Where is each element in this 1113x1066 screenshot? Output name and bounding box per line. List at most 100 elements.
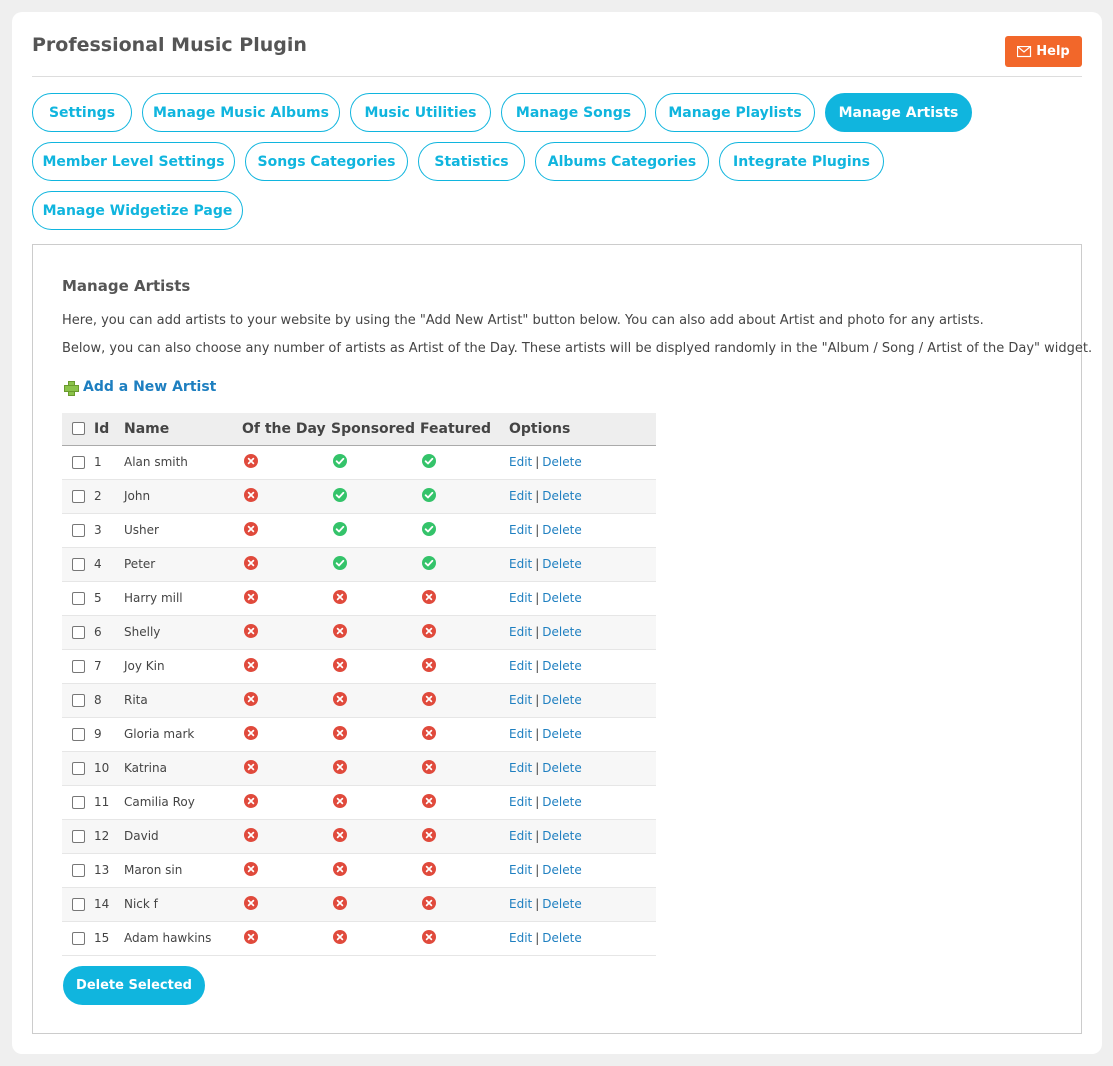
featured-no-icon[interactable] (422, 759, 436, 774)
of-the-day-no-icon[interactable] (244, 623, 258, 638)
featured-no-icon[interactable] (422, 589, 436, 604)
sponsored-no-icon[interactable] (333, 691, 347, 706)
featured-no-icon[interactable] (422, 827, 436, 842)
edit-link[interactable]: Edit (509, 557, 532, 571)
featured-no-icon[interactable] (422, 929, 436, 944)
row-checkbox[interactable] (72, 524, 85, 537)
sponsored-no-icon[interactable] (333, 929, 347, 944)
featured-no-icon[interactable] (422, 895, 436, 910)
sponsored-no-icon[interactable] (333, 657, 347, 672)
row-checkbox[interactable] (72, 864, 85, 877)
tab-manage-music-albums[interactable]: Manage Music Albums (142, 93, 340, 132)
delete-link[interactable]: Delete (542, 863, 581, 877)
row-checkbox[interactable] (72, 490, 85, 503)
of-the-day-no-icon[interactable] (244, 725, 258, 740)
delete-link[interactable]: Delete (542, 659, 581, 673)
sponsored-no-icon[interactable] (333, 895, 347, 910)
tab-statistics[interactable]: Statistics (418, 142, 525, 181)
tab-integrate-plugins[interactable]: Integrate Plugins (719, 142, 884, 181)
delete-link[interactable]: Delete (542, 829, 581, 843)
sponsored-yes-icon[interactable] (333, 521, 347, 536)
sponsored-no-icon[interactable] (333, 861, 347, 876)
tab-member-level-settings[interactable]: Member Level Settings (32, 142, 235, 181)
delete-link[interactable]: Delete (542, 625, 581, 639)
edit-link[interactable]: Edit (509, 659, 532, 673)
edit-link[interactable]: Edit (509, 489, 532, 503)
featured-no-icon[interactable] (422, 861, 436, 876)
edit-link[interactable]: Edit (509, 897, 532, 911)
of-the-day-no-icon[interactable] (244, 521, 258, 536)
row-checkbox[interactable] (72, 796, 85, 809)
tab-albums-categories[interactable]: Albums Categories (535, 142, 709, 181)
delete-link[interactable]: Delete (542, 897, 581, 911)
tab-songs-categories[interactable]: Songs Categories (245, 142, 408, 181)
edit-link[interactable]: Edit (509, 625, 532, 639)
add-new-artist-link[interactable]: Add a New Artist (64, 379, 216, 396)
featured-yes-icon[interactable] (422, 555, 436, 570)
tab-manage-widgetize-page[interactable]: Manage Widgetize Page (32, 191, 243, 230)
delete-link[interactable]: Delete (542, 761, 581, 775)
delete-link[interactable]: Delete (542, 489, 581, 503)
of-the-day-no-icon[interactable] (244, 589, 258, 604)
edit-link[interactable]: Edit (509, 863, 532, 877)
featured-no-icon[interactable] (422, 725, 436, 740)
sponsored-yes-icon[interactable] (333, 487, 347, 502)
row-checkbox[interactable] (72, 762, 85, 775)
row-checkbox[interactable] (72, 932, 85, 945)
delete-link[interactable]: Delete (542, 795, 581, 809)
edit-link[interactable]: Edit (509, 455, 532, 469)
delete-link[interactable]: Delete (542, 557, 581, 571)
tab-manage-artists[interactable]: Manage Artists (825, 93, 972, 132)
delete-link[interactable]: Delete (542, 727, 581, 741)
of-the-day-no-icon[interactable] (244, 657, 258, 672)
tab-manage-playlists[interactable]: Manage Playlists (655, 93, 815, 132)
featured-no-icon[interactable] (422, 623, 436, 638)
of-the-day-no-icon[interactable] (244, 555, 258, 570)
row-checkbox[interactable] (72, 694, 85, 707)
row-checkbox[interactable] (72, 626, 85, 639)
edit-link[interactable]: Edit (509, 523, 532, 537)
sponsored-no-icon[interactable] (333, 589, 347, 604)
of-the-day-no-icon[interactable] (244, 487, 258, 502)
of-the-day-no-icon[interactable] (244, 759, 258, 774)
edit-link[interactable]: Edit (509, 829, 532, 843)
sponsored-no-icon[interactable] (333, 623, 347, 638)
of-the-day-no-icon[interactable] (244, 861, 258, 876)
tab-manage-songs[interactable]: Manage Songs (501, 93, 646, 132)
help-button[interactable]: Help (1005, 36, 1082, 67)
row-checkbox[interactable] (72, 830, 85, 843)
sponsored-yes-icon[interactable] (333, 555, 347, 570)
row-checkbox[interactable] (72, 728, 85, 741)
sponsored-no-icon[interactable] (333, 793, 347, 808)
edit-link[interactable]: Edit (509, 693, 532, 707)
row-checkbox[interactable] (72, 660, 85, 673)
featured-no-icon[interactable] (422, 691, 436, 706)
delete-link[interactable]: Delete (542, 591, 581, 605)
of-the-day-no-icon[interactable] (244, 929, 258, 944)
sponsored-no-icon[interactable] (333, 725, 347, 740)
delete-selected-button[interactable]: Delete Selected (63, 966, 205, 1005)
edit-link[interactable]: Edit (509, 761, 532, 775)
featured-no-icon[interactable] (422, 793, 436, 808)
delete-link[interactable]: Delete (542, 523, 581, 537)
row-checkbox[interactable] (72, 558, 85, 571)
delete-link[interactable]: Delete (542, 931, 581, 945)
delete-link[interactable]: Delete (542, 693, 581, 707)
tab-music-utilities[interactable]: Music Utilities (350, 93, 491, 132)
featured-yes-icon[interactable] (422, 453, 436, 468)
row-checkbox[interactable] (72, 592, 85, 605)
of-the-day-no-icon[interactable] (244, 453, 258, 468)
edit-link[interactable]: Edit (509, 727, 532, 741)
row-checkbox[interactable] (72, 456, 85, 469)
row-checkbox[interactable] (72, 898, 85, 911)
of-the-day-no-icon[interactable] (244, 895, 258, 910)
select-all-checkbox[interactable] (72, 422, 85, 436)
edit-link[interactable]: Edit (509, 931, 532, 945)
edit-link[interactable]: Edit (509, 591, 532, 605)
edit-link[interactable]: Edit (509, 795, 532, 809)
tab-settings[interactable]: Settings (32, 93, 132, 132)
of-the-day-no-icon[interactable] (244, 691, 258, 706)
delete-link[interactable]: Delete (542, 455, 581, 469)
featured-yes-icon[interactable] (422, 521, 436, 536)
featured-no-icon[interactable] (422, 657, 436, 672)
